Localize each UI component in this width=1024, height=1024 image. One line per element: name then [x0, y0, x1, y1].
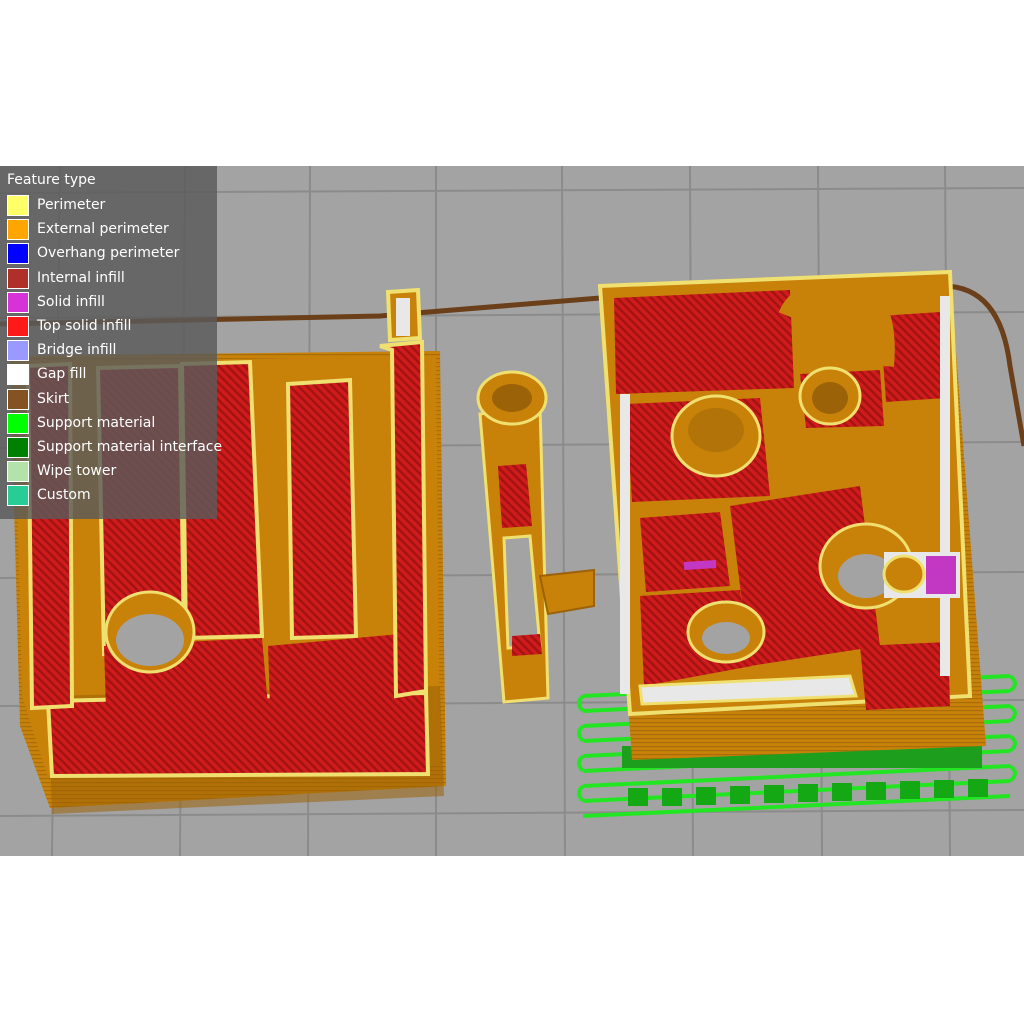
legend-swatch — [7, 461, 29, 483]
legend-label: Solid infill — [37, 293, 105, 310]
legend-label: Bridge infill — [37, 342, 117, 359]
legend-item: Solid infill — [7, 291, 212, 314]
right-part[interactable] — [597, 269, 986, 760]
legend-swatch — [7, 340, 29, 362]
legend-item: Custom — [7, 485, 212, 507]
legend-item: Gap fill — [7, 364, 212, 386]
legend-item: Wipe tower — [7, 461, 212, 483]
legend-item: Perimeter — [7, 195, 212, 217]
legend-item: Support material — [7, 412, 212, 435]
feature-type-legend: Feature type Perimeter External perimeter… — [0, 166, 222, 519]
legend-swatch — [7, 195, 29, 216]
legend-label: Top solid infill — [37, 318, 132, 334]
legend-label: External perimeter — [37, 221, 169, 238]
legend-label: Internal infill — [37, 269, 125, 286]
legend-swatch — [7, 388, 29, 410]
legend-title: Feature type — [7, 172, 96, 188]
3d-preview-viewport[interactable]: Feature type Perimeter External perimeter… — [0, 166, 1024, 856]
legend-label: Perimeter — [37, 197, 106, 213]
legend-label: Wipe tower — [37, 463, 117, 480]
legend-label: Gap fill — [37, 366, 87, 383]
legend-item: Top solid infill — [7, 316, 212, 338]
legend-label: Skirt — [37, 390, 70, 407]
legend-swatch — [7, 267, 29, 289]
legend-label: Support material — [37, 414, 156, 431]
legend-swatch — [7, 291, 29, 313]
legend-swatch — [7, 219, 29, 241]
legend-item: External perimeter — [7, 219, 212, 241]
legend-swatch — [7, 485, 29, 507]
legend-swatch — [7, 364, 29, 386]
legend-label: Overhang perimeter — [37, 245, 180, 262]
legend-item: Skirt — [7, 388, 212, 411]
legend-item: Support material interface — [7, 437, 222, 459]
legend-item: Internal infill — [7, 267, 212, 290]
legend-swatch — [7, 243, 29, 265]
legend-swatch — [7, 412, 29, 434]
legend-label: Custom — [37, 487, 91, 504]
legend-swatch — [7, 437, 29, 458]
legend-label: Support material interface — [37, 439, 223, 455]
legend-item: Overhang perimeter — [7, 243, 212, 265]
legend-item: Bridge infill — [7, 340, 212, 362]
legend-swatch — [7, 316, 29, 337]
